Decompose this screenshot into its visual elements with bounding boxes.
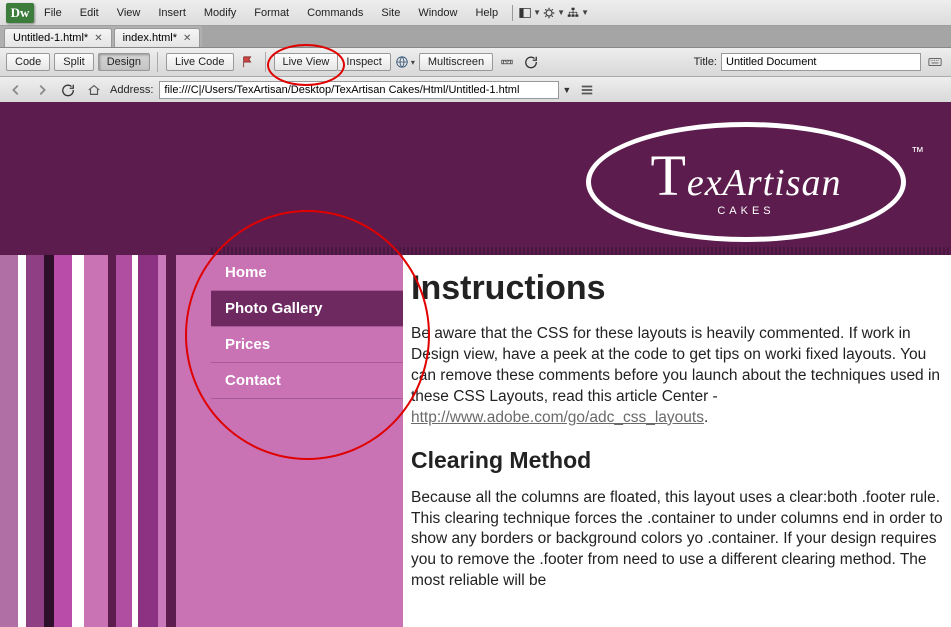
app-logo: Dw	[6, 3, 34, 23]
code-button[interactable]: Code	[6, 53, 50, 71]
menu-commands[interactable]: Commands	[299, 4, 371, 22]
brand-logo: TexArtisan CAKES ™	[586, 122, 906, 242]
file-tab[interactable]: Untitled-1.html* ✕	[4, 28, 112, 47]
address-toolbar: Address: ▼	[0, 77, 951, 104]
refresh-icon[interactable]	[58, 81, 78, 99]
menu-site[interactable]: Site	[373, 4, 408, 22]
multiscreen-button[interactable]: Multiscreen	[419, 53, 493, 71]
menu-help[interactable]: Help	[467, 4, 506, 22]
close-icon[interactable]: ✕	[94, 33, 102, 44]
nav-home[interactable]: Home	[211, 255, 403, 291]
page-body: Home Photo Gallery Prices Contact Instru…	[211, 255, 951, 627]
title-label: Title:	[694, 56, 717, 68]
address-label: Address:	[110, 84, 153, 96]
ruler-icon[interactable]	[497, 53, 517, 71]
chevron-down-icon[interactable]: ▼	[562, 85, 571, 95]
page-content: Instructions Be aware that the CSS for t…	[403, 255, 951, 627]
live-code-button[interactable]: Live Code	[166, 53, 234, 71]
logo-text: TexArtisan	[650, 147, 841, 205]
document-toolbar: Code Split Design Live Code Live View In…	[0, 48, 951, 77]
file-tab-strip: Untitled-1.html* ✕ index.html* ✕	[0, 26, 951, 48]
tab-strip-filler	[202, 26, 951, 47]
adobe-link[interactable]: http://www.adobe.com/go/adc_css_layouts	[411, 409, 704, 426]
inspect-button[interactable]: Inspect	[338, 53, 390, 71]
home-icon[interactable]	[84, 81, 104, 99]
menu-format[interactable]: Format	[246, 4, 297, 22]
page-header: TexArtisan CAKES ™	[0, 102, 951, 255]
file-tab-label: index.html*	[123, 32, 177, 44]
separator	[512, 5, 513, 21]
menu-edit[interactable]: Edit	[72, 4, 107, 22]
menu-modify[interactable]: Modify	[196, 4, 244, 22]
design-viewport: TexArtisan CAKES ™ Home Photo Gallery Pr…	[0, 102, 951, 627]
separator	[265, 52, 267, 72]
file-tab[interactable]: index.html* ✕	[114, 28, 201, 47]
trademark: ™	[911, 144, 924, 159]
file-tab-label: Untitled-1.html*	[13, 32, 88, 44]
separator	[157, 52, 159, 72]
sitemap-icon[interactable]: ▼	[567, 4, 589, 22]
nav-contact[interactable]: Contact	[211, 363, 403, 399]
address-input[interactable]	[159, 81, 559, 99]
sidebar-nav: Home Photo Gallery Prices Contact	[211, 255, 403, 627]
title-input[interactable]	[721, 53, 921, 71]
menu-view[interactable]: View	[109, 4, 149, 22]
gear-icon[interactable]: ▼	[543, 4, 565, 22]
keyboard-icon[interactable]	[925, 53, 945, 71]
logo-subtitle: CAKES	[717, 205, 774, 217]
menu-bar: Dw File Edit View Insert Modify Format C…	[0, 0, 951, 26]
refresh-icon[interactable]	[521, 53, 541, 71]
design-button[interactable]: Design	[98, 53, 150, 71]
nav-photo-gallery[interactable]: Photo Gallery	[211, 291, 403, 327]
globe-icon[interactable]: ▾	[395, 53, 415, 71]
menu-window[interactable]: Window	[410, 4, 465, 22]
nav-prices[interactable]: Prices	[211, 327, 403, 363]
paragraph: Be aware that the CSS for these layouts …	[411, 324, 951, 429]
sub-heading: Clearing Method	[411, 447, 951, 474]
live-view-button[interactable]: Live View	[274, 53, 339, 71]
paragraph: Because all the columns are floated, thi…	[411, 488, 951, 593]
options-icon[interactable]	[577, 81, 597, 99]
menu-file[interactable]: File	[36, 4, 70, 22]
split-button[interactable]: Split	[54, 53, 93, 71]
forward-icon[interactable]	[32, 81, 52, 99]
close-icon[interactable]: ✕	[183, 33, 191, 44]
page-heading: Instructions	[411, 269, 951, 308]
layout-icon[interactable]: ▼	[519, 4, 541, 22]
flag-icon[interactable]	[238, 53, 258, 71]
back-icon[interactable]	[6, 81, 26, 99]
menu-insert[interactable]: Insert	[150, 4, 194, 22]
